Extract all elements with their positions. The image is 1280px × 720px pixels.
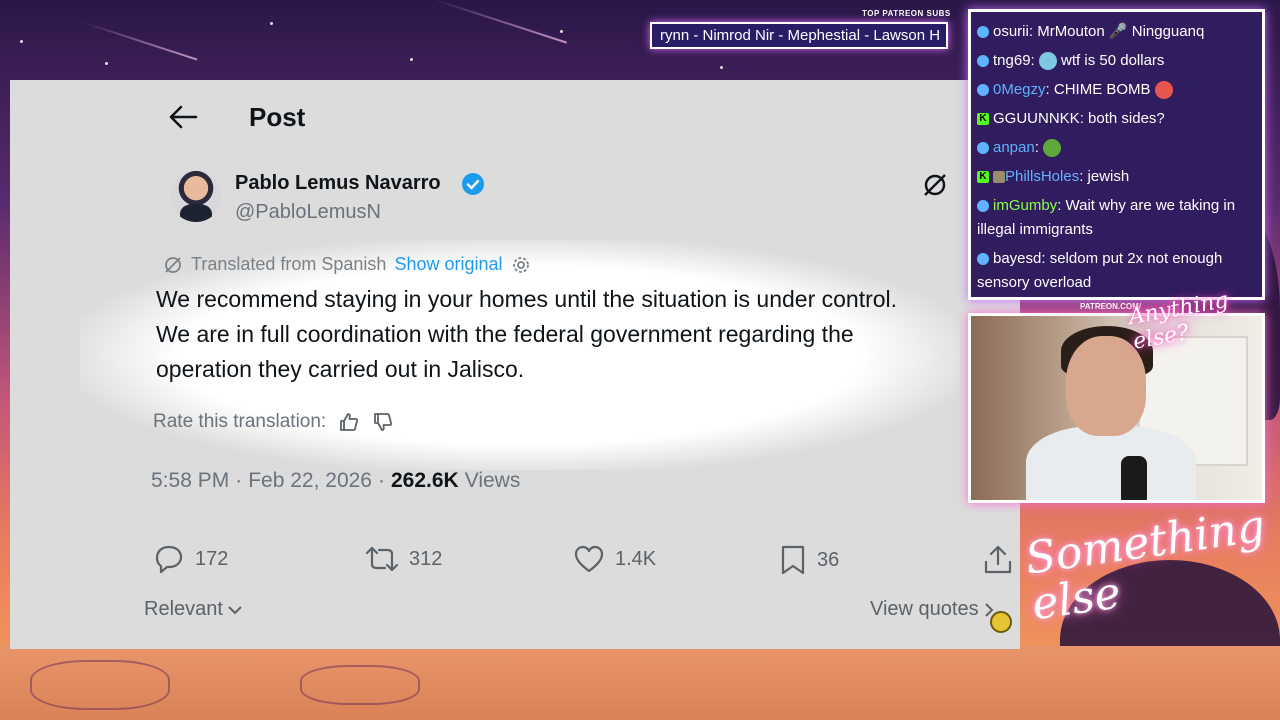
share-icon <box>984 545 1012 574</box>
chat-text: jewish <box>1083 168 1130 185</box>
post-time[interactable]: 5:58 PM <box>151 469 229 493</box>
desert-ground <box>0 646 1280 720</box>
patreon-ticker: rynn - Nimrod Nir - Mephestial - Lawson … <box>650 22 948 49</box>
post-panel: Post Pablo Lemus Navarro @PabloLemusN Tr… <box>10 80 1020 649</box>
chat-message: K GGUUNNKK: both sides? <box>977 107 1256 131</box>
pepe-emote-icon <box>1043 139 1062 158</box>
twitch-badge-icon <box>977 253 989 266</box>
stream-chat: osurii: MrMouton 🎤 Ningguanq tng69: wtf … <box>968 9 1265 300</box>
twitch-badge-icon <box>977 55 989 68</box>
bookmark-icon <box>781 545 805 575</box>
post-text: We recommend staying in your homes until… <box>156 286 898 382</box>
chevron-down-icon <box>228 605 242 614</box>
post-date[interactable]: Feb 22, 2026 <box>248 469 372 493</box>
reply-icon <box>155 545 183 574</box>
twitch-badge-icon <box>977 142 989 155</box>
chat-username: 0Megzy <box>993 81 1046 98</box>
views-count: 262.6K <box>390 469 459 492</box>
translated-label: Translated from Spanish <box>191 254 387 274</box>
author-handle[interactable]: @PabloLemusN <box>235 201 381 224</box>
thumbs-up-icon[interactable] <box>338 411 360 433</box>
chat-separator: : <box>1034 139 1039 156</box>
gear-icon[interactable] <box>511 255 531 275</box>
page-title: Post <box>249 102 306 132</box>
avatar[interactable] <box>170 170 222 222</box>
chat-username: bayesd <box>993 250 1042 267</box>
chat-message: tng69: wtf is 50 dollars <box>977 49 1256 73</box>
like-button[interactable]: 1.4K <box>573 544 656 574</box>
ground-crack <box>30 660 170 710</box>
chat-text: both sides? <box>1083 110 1165 127</box>
view-quotes-link[interactable]: View quotes <box>870 598 995 621</box>
chat-message: osurii: MrMouton 🎤 Ningguanq <box>977 20 1256 44</box>
repost-button[interactable]: 312 <box>365 544 442 574</box>
heart-icon <box>574 545 604 573</box>
twitch-badge-icon <box>977 200 989 213</box>
chat-message: 0Megzy: CHIME BOMB <box>977 78 1256 102</box>
ticker-label: TOP PATREON SUBS <box>862 9 951 18</box>
chat-username: imGumby <box>993 197 1058 214</box>
chat-text: wtf is 50 dollars <box>1056 52 1165 69</box>
reply-button[interactable]: 172 <box>153 544 228 574</box>
views-label: Views <box>464 469 521 492</box>
shooting-star <box>433 0 567 44</box>
emote-icon <box>1154 81 1173 100</box>
rate-label: Rate this translation: <box>153 411 327 432</box>
like-count: 1.4K <box>615 547 657 570</box>
kick-badge-icon: K <box>977 113 989 126</box>
meta-separator: · <box>235 469 243 492</box>
sub-badge-icon <box>993 171 1005 184</box>
mouse-cursor-icon <box>990 611 1012 633</box>
streamer-body <box>1026 426 1196 500</box>
chat-text: CHIME BOMB <box>1049 81 1151 98</box>
twitch-badge-icon <box>977 26 989 39</box>
rate-translation-row: Rate this translation: <box>153 411 394 433</box>
translation-row: Translated from Spanish Show original <box>163 254 531 275</box>
thumbs-down-icon[interactable] <box>372 411 394 433</box>
show-original-link[interactable]: Show original <box>394 254 502 275</box>
author-name[interactable]: Pablo Lemus Navarro <box>235 172 441 195</box>
chat-username: anpan <box>993 139 1035 156</box>
shooting-star <box>82 21 198 61</box>
action-bar: 172 312 1.4K 36 <box>153 544 1012 580</box>
translate-icon <box>165 256 181 273</box>
kick-badge-icon: K <box>977 171 989 184</box>
chat-message: K PhillsHoles: jewish <box>977 165 1256 189</box>
chat-message: anpan: <box>977 136 1256 160</box>
sort-replies-dropdown[interactable]: Relevant <box>144 598 243 621</box>
repost-icon <box>365 546 399 572</box>
view-quotes-label: View quotes <box>870 598 979 620</box>
chat-text: MrMouton 🎤 Ningguanq <box>1033 23 1205 40</box>
microphone <box>1121 456 1147 500</box>
bookmark-button[interactable]: 36 <box>779 544 839 576</box>
chat-message: bayesd: seldom put 2x not enough sensory… <box>977 247 1256 295</box>
meta-separator: · <box>377 469 385 492</box>
verified-badge-icon <box>462 173 484 195</box>
twitch-badge-icon <box>977 84 989 97</box>
bookmark-count: 36 <box>817 548 840 571</box>
repost-count: 312 <box>409 547 443 570</box>
chat-username: tng69 <box>993 52 1031 69</box>
ground-crack <box>300 665 420 705</box>
emote-icon <box>1038 52 1057 71</box>
back-arrow-icon[interactable] <box>168 104 198 130</box>
chat-username: GGUUNNKK <box>993 110 1080 127</box>
chat-message: imGumby: Wait why are we taking in illeg… <box>977 194 1256 242</box>
post-meta: 5:58 PM · Feb 22, 2026 · 262.6K Views <box>151 469 520 493</box>
reply-count: 172 <box>195 547 229 570</box>
chat-username: PhillsHoles <box>1005 168 1080 185</box>
webcam-feed <box>968 313 1265 503</box>
chat-username: osurii <box>993 23 1029 40</box>
sort-label: Relevant <box>144 598 223 620</box>
grok-icon[interactable] <box>922 172 948 198</box>
share-button[interactable] <box>983 544 1013 576</box>
chat-separator: : <box>1030 52 1035 69</box>
